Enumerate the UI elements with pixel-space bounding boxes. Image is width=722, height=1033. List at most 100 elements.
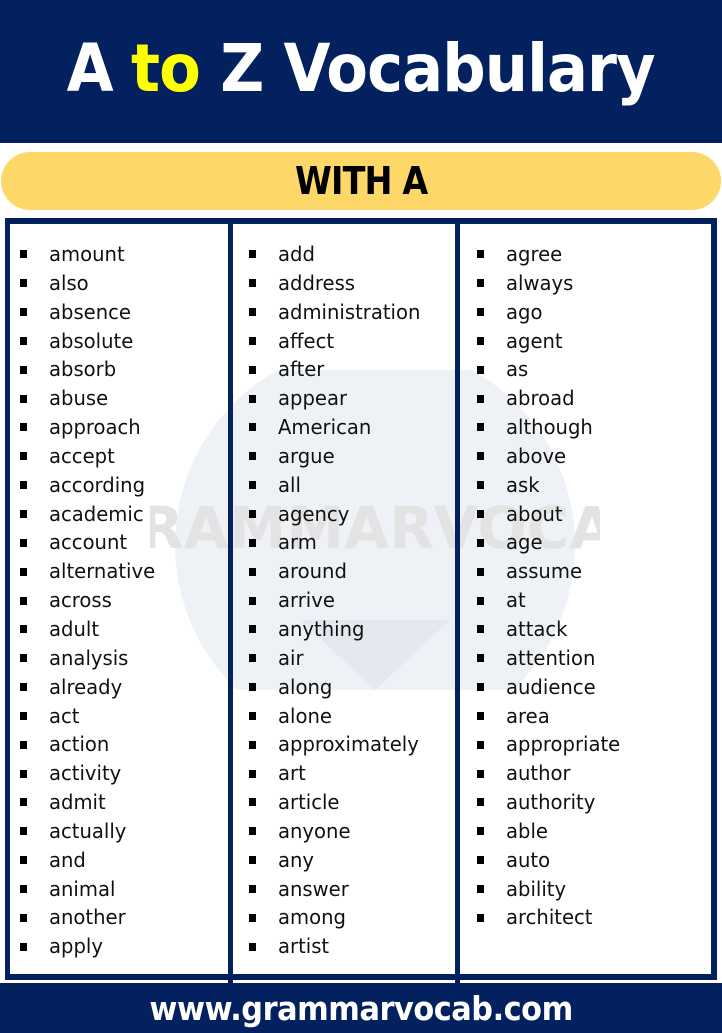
word-text: after — [278, 357, 325, 382]
square-bullet-icon — [249, 510, 256, 519]
word-list-item: abuse — [20, 384, 157, 413]
word-text: answer — [278, 876, 349, 901]
word-list-item: absence — [20, 298, 157, 327]
word-list-item: add — [249, 240, 423, 269]
square-bullet-icon — [20, 798, 27, 807]
word-text: agency — [278, 501, 350, 526]
square-bullet-icon — [20, 423, 27, 432]
word-list-item: approximately — [249, 730, 423, 759]
square-bullet-icon — [477, 510, 484, 519]
square-bullet-icon — [249, 827, 256, 836]
square-bullet-icon — [20, 250, 27, 259]
square-bullet-icon — [20, 711, 27, 720]
word-text: approach — [49, 415, 141, 440]
footer-url[interactable]: www.grammarvocab.com — [149, 989, 573, 1028]
word-text: age — [506, 530, 543, 555]
square-bullet-icon — [477, 481, 484, 490]
word-text: absolute — [49, 328, 134, 353]
word-list-item: author — [477, 759, 623, 788]
word-list-item: abroad — [477, 384, 623, 413]
word-text: activity — [49, 761, 122, 786]
word-text: affect — [278, 328, 335, 353]
word-list-item: at — [477, 586, 623, 615]
word-list-item: alone — [249, 702, 423, 731]
word-list-item: answer — [249, 875, 423, 904]
word-text: administration — [278, 299, 421, 324]
word-list-item: attention — [477, 644, 623, 673]
square-bullet-icon — [477, 279, 484, 288]
word-text: architect — [506, 905, 593, 930]
word-list-item: attack — [477, 615, 623, 644]
word-text: animal — [49, 876, 116, 901]
square-bullet-icon — [20, 625, 27, 634]
square-bullet-icon — [249, 423, 256, 432]
word-text: audience — [506, 674, 596, 699]
word-list-item: absorb — [20, 355, 157, 384]
square-bullet-icon — [477, 654, 484, 663]
square-bullet-icon — [20, 769, 27, 778]
square-bullet-icon — [477, 567, 484, 576]
page-title: Ato Z Vocabulary — [66, 30, 656, 107]
word-text: around — [278, 559, 347, 584]
square-bullet-icon — [477, 250, 484, 259]
word-text: any — [278, 847, 315, 872]
word-text: among — [278, 905, 346, 930]
square-bullet-icon — [249, 365, 256, 374]
word-text: appear — [278, 386, 348, 411]
square-bullet-icon — [249, 452, 256, 461]
square-bullet-icon — [249, 884, 256, 893]
word-list-item: according — [20, 471, 157, 500]
word-list-item: audience — [477, 673, 623, 702]
square-bullet-icon — [249, 711, 256, 720]
square-bullet-icon — [249, 683, 256, 692]
square-bullet-icon — [20, 942, 27, 951]
word-list-item: auto — [477, 846, 623, 875]
square-bullet-icon — [477, 798, 484, 807]
square-bullet-icon — [20, 683, 27, 692]
word-text: ask — [506, 472, 540, 497]
word-list-item: along — [249, 673, 423, 702]
square-bullet-icon — [20, 596, 27, 605]
word-text: auto — [506, 847, 551, 872]
word-list-item: academic — [20, 500, 157, 529]
word-text: ago — [506, 299, 543, 324]
square-bullet-icon — [477, 394, 484, 403]
word-text: authority — [506, 790, 596, 815]
square-bullet-icon — [20, 567, 27, 576]
square-bullet-icon — [477, 625, 484, 634]
square-bullet-icon — [249, 856, 256, 865]
square-bullet-icon — [477, 769, 484, 778]
square-bullet-icon — [20, 336, 27, 345]
word-list-item: appropriate — [477, 730, 623, 759]
word-list-item: age — [477, 528, 623, 557]
square-bullet-icon — [20, 279, 27, 288]
title-part-a: A — [66, 30, 114, 107]
square-bullet-icon — [249, 740, 256, 749]
square-bullet-icon — [477, 308, 484, 317]
word-list-item: administration — [249, 298, 423, 327]
word-text: able — [506, 818, 548, 843]
square-bullet-icon — [20, 884, 27, 893]
square-bullet-icon — [20, 481, 27, 490]
word-text: anything — [278, 616, 365, 641]
word-text: always — [506, 270, 574, 295]
word-text: amount — [49, 242, 125, 266]
title-highlight-to: to — [131, 30, 201, 107]
word-list-item: any — [249, 846, 423, 875]
word-text: agree — [506, 242, 563, 266]
word-list-item: argue — [249, 442, 423, 471]
square-bullet-icon — [249, 625, 256, 634]
word-text: apply — [49, 934, 103, 959]
word-list-item: ask — [477, 471, 623, 500]
square-bullet-icon — [249, 481, 256, 490]
word-list-item: article — [249, 788, 423, 817]
word-list-item: authority — [477, 788, 623, 817]
word-text: at — [506, 588, 526, 613]
word-text: act — [49, 703, 80, 728]
word-list-item: act — [20, 702, 157, 731]
word-text: air — [278, 645, 304, 670]
square-bullet-icon — [249, 798, 256, 807]
header-banner: Ato Z Vocabulary — [0, 0, 722, 143]
square-bullet-icon — [20, 394, 27, 403]
word-column-1: amount also absence absolute absorb abuse appr… — [20, 240, 157, 961]
